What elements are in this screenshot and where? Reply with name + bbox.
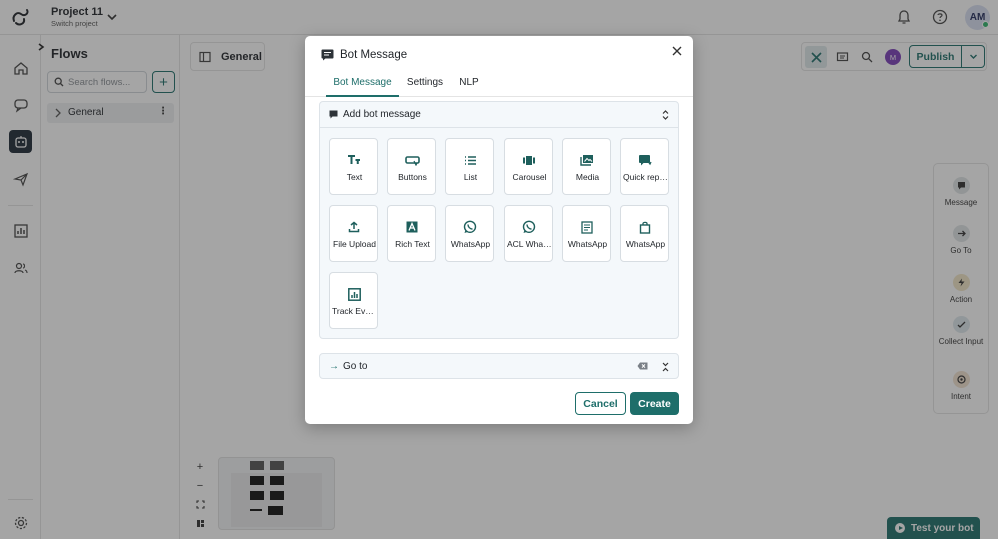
- rich-text-icon: [404, 219, 420, 235]
- section-title: Add bot message: [343, 109, 421, 120]
- tab-settings[interactable]: Settings: [399, 77, 451, 97]
- whatsapp-form-icon: [579, 219, 595, 235]
- card-label: ACL WhatsApp: [507, 239, 552, 249]
- text-icon: [346, 152, 362, 168]
- whatsapp-bag-icon: [637, 219, 653, 235]
- tab-bot-message[interactable]: Bot Message: [326, 77, 399, 97]
- card-text[interactable]: Text: [329, 138, 378, 195]
- message-icon: [321, 49, 334, 61]
- bot-message-dialog: Bot Message Bot Message Settings NLP Add…: [305, 36, 693, 424]
- goto-section[interactable]: → Go to: [319, 353, 679, 379]
- card-track-event[interactable]: Track Event: [329, 272, 378, 329]
- goto-label: Go to: [343, 361, 368, 372]
- card-label: Quick replies: [623, 172, 668, 182]
- card-carousel[interactable]: Carousel: [504, 138, 553, 195]
- card-quick-replies[interactable]: Quick replies: [620, 138, 669, 195]
- expand-collapse-icon[interactable]: [661, 109, 670, 121]
- section-header[interactable]: Add bot message: [320, 102, 678, 128]
- card-label: Text: [346, 172, 363, 182]
- tab-nlp[interactable]: NLP: [451, 77, 487, 97]
- track-event-icon: [346, 286, 362, 302]
- whatsapp-icon: [462, 219, 478, 235]
- card-whatsapp-form[interactable]: WhatsApp: [562, 205, 611, 262]
- add-bot-message-section: Add bot message Text Buttons List Carous…: [319, 101, 679, 339]
- buttons-icon: [404, 152, 420, 168]
- card-file-upload[interactable]: File Upload: [329, 205, 378, 262]
- media-icon: [579, 152, 595, 168]
- cancel-button[interactable]: Cancel: [575, 392, 626, 415]
- card-list[interactable]: List: [445, 138, 494, 195]
- expand-collapse-icon[interactable]: [661, 361, 670, 373]
- card-rich-text[interactable]: Rich Text: [387, 205, 436, 262]
- card-media[interactable]: Media: [562, 138, 611, 195]
- quick-reply-icon: [637, 152, 653, 168]
- clear-icon[interactable]: [637, 362, 648, 370]
- message-icon: [329, 110, 338, 119]
- carousel-icon: [521, 152, 537, 168]
- upload-icon: [346, 219, 362, 235]
- close-icon[interactable]: [671, 45, 683, 57]
- card-label: Carousel: [512, 172, 547, 182]
- whatsapp-icon: [521, 219, 537, 235]
- create-button[interactable]: Create: [630, 392, 679, 415]
- card-whatsapp-catalog[interactable]: WhatsApp: [620, 205, 669, 262]
- card-label: Buttons: [398, 172, 427, 182]
- card-label: Track Event: [332, 306, 377, 316]
- card-buttons[interactable]: Buttons: [387, 138, 436, 195]
- card-label: File Upload: [333, 239, 376, 249]
- card-label: WhatsApp: [567, 239, 608, 249]
- arrow-right-icon: →: [329, 361, 339, 372]
- card-label: Media: [575, 172, 600, 182]
- list-icon: [462, 152, 478, 168]
- dialog-title: Bot Message: [340, 49, 408, 61]
- card-acl-whatsapp[interactable]: ACL WhatsApp: [504, 205, 553, 262]
- card-label: List: [463, 172, 478, 182]
- card-label: Rich Text: [395, 239, 430, 249]
- card-whatsapp[interactable]: WhatsApp: [445, 205, 494, 262]
- card-label: WhatsApp: [625, 239, 666, 249]
- card-label: WhatsApp: [450, 239, 491, 249]
